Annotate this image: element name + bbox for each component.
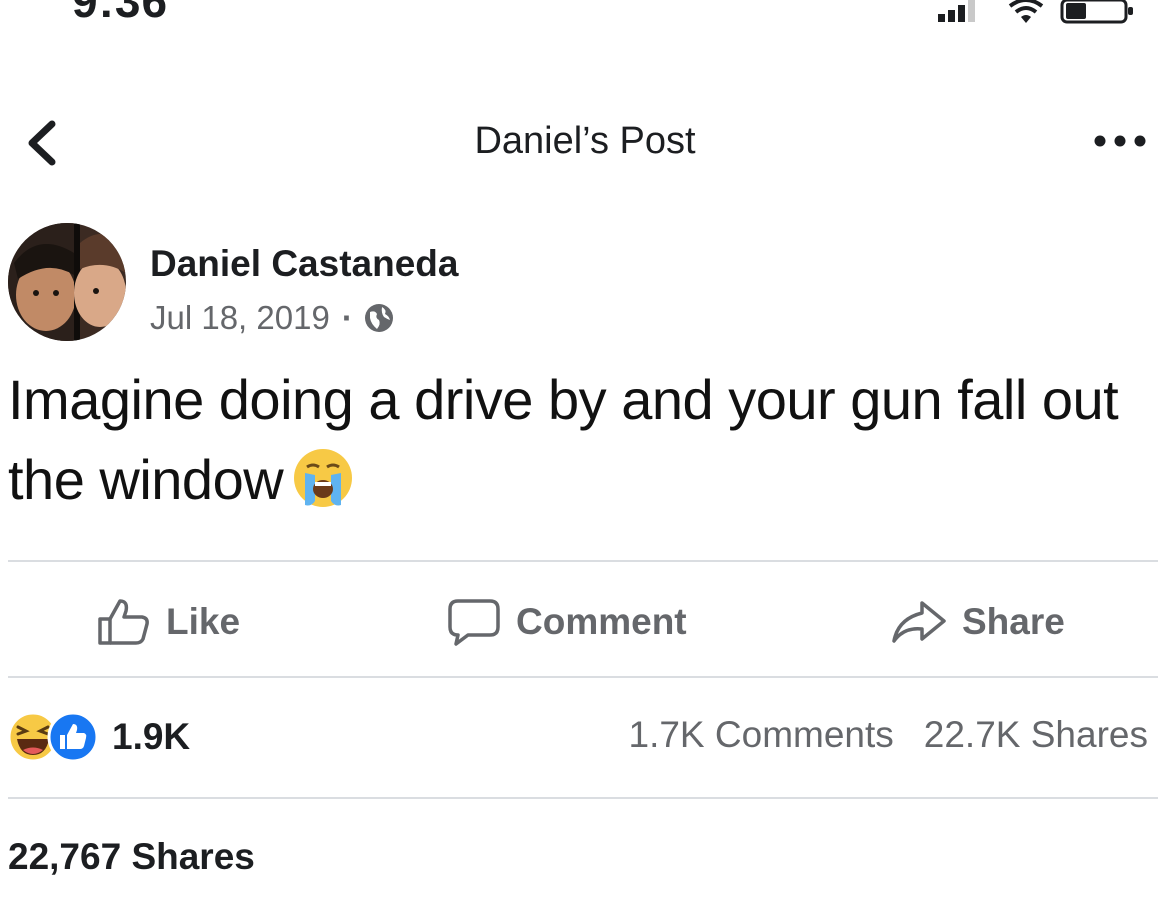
comment-bubble-icon: [448, 599, 500, 646]
divider-top: [8, 560, 1158, 562]
wifi-icon: [1008, 0, 1044, 23]
status-icons: [936, 0, 1136, 24]
stats-bar: 1.9K 1.7K Comments 22.7K Shares: [0, 690, 1170, 790]
post-text: Imagine doing a drive by and your gun fa…: [8, 360, 1158, 520]
action-bar: Like Comment Share: [0, 575, 1170, 671]
share-arrow-icon: [892, 601, 946, 643]
post-date[interactable]: Jul 18, 2019: [150, 299, 330, 337]
divider-middle: [8, 676, 1158, 678]
profile-photo: [8, 223, 126, 341]
nav-bar: Daniel’s Post: [0, 100, 1170, 186]
battery-icon: [1060, 0, 1133, 24]
thumbs-up-icon: [98, 599, 149, 645]
like-reaction-icon: [47, 711, 99, 763]
share-button[interactable]: Share: [890, 597, 1065, 647]
like-label: Like: [166, 601, 241, 642]
like-button[interactable]: Like: [96, 597, 240, 647]
more-options-button[interactable]: [1092, 128, 1148, 154]
avatar[interactable]: [8, 223, 126, 341]
post-header: Daniel Castaneda Jul 18, 2019 ·: [8, 223, 1148, 343]
divider-bottom: [8, 797, 1158, 799]
comments-count[interactable]: 1.7K Comments: [629, 714, 894, 756]
share-label: Share: [962, 601, 1065, 642]
page-title: Daniel’s Post: [474, 120, 696, 162]
status-bar: 9:36: [0, 0, 1170, 40]
engagement-counts: 1.7K Comments 22.7K Shares: [629, 714, 1149, 756]
loudly-crying-face-icon: [294, 449, 353, 507]
reaction-count: 1.9K: [112, 716, 191, 757]
author-name[interactable]: Daniel Castaneda: [150, 243, 458, 285]
globe-icon: [364, 304, 393, 332]
total-shares-heading: 22,767 Shares: [8, 836, 255, 877]
post-body: Imagine doing a drive by and your gun fa…: [8, 368, 1119, 511]
more-horizontal-icon: [1094, 135, 1146, 147]
meta-separator: ·: [341, 299, 353, 336]
status-time: 9:36: [72, 0, 169, 27]
post-meta: Jul 18, 2019 ·: [150, 299, 395, 337]
comment-label: Comment: [516, 601, 687, 642]
cellular-signal-icon: [938, 0, 975, 22]
shares-count[interactable]: 22.7K Shares: [924, 714, 1148, 756]
comment-button[interactable]: Comment: [446, 597, 687, 647]
reactions-summary[interactable]: 1.9K: [6, 710, 190, 764]
